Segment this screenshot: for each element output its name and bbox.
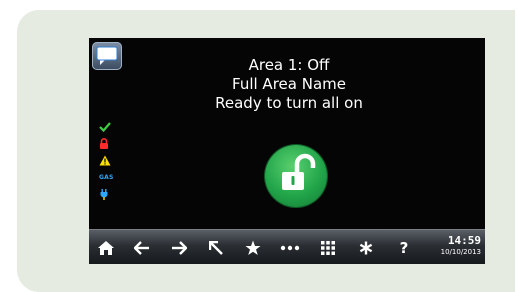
area-name-line: Full Area Name (232, 75, 346, 93)
area-state-line: Area 1: Off (248, 56, 330, 74)
plug-icon (99, 186, 119, 203)
turn-all-on-button[interactable] (265, 145, 327, 207)
check-icon (99, 118, 119, 135)
home-button[interactable] (92, 234, 120, 262)
clock-date: 10/10/2013 (440, 248, 481, 256)
asterisk-icon (359, 241, 373, 255)
star-icon (245, 240, 261, 255)
bottom-toolbar: ? 14:59 10/10/2013 (89, 229, 485, 264)
warning-icon (99, 152, 119, 169)
gas-label: GAS (99, 174, 114, 181)
top-button[interactable] (202, 234, 230, 262)
arrow-right-icon (172, 241, 187, 255)
shortcut-button[interactable] (352, 234, 380, 262)
clock-time: 14:59 (447, 234, 481, 247)
keypad-screen: GAS Area 1: Off Full Area Name Ready to … (89, 38, 485, 264)
more-button[interactable] (276, 234, 304, 262)
lock-icon (99, 135, 119, 152)
help-icon: ? (399, 239, 409, 257)
favorites-button[interactable] (239, 234, 267, 262)
status-icon-list: GAS (99, 118, 119, 203)
area-ready-line: Ready to turn all on (215, 94, 363, 112)
gas-icon: GAS (99, 169, 119, 186)
area-status-text: Area 1: Off Full Area Name Ready to turn… (129, 56, 449, 113)
keypad-button[interactable] (314, 234, 342, 262)
keypad-icon (321, 241, 335, 255)
forward-button[interactable] (165, 234, 193, 262)
arrow-left-icon (134, 241, 149, 255)
message-button[interactable] (92, 42, 122, 70)
speech-bubble-icon (96, 46, 118, 65)
arrow-up-left-icon (209, 241, 223, 255)
back-button[interactable] (128, 234, 156, 262)
help-button[interactable]: ? (390, 234, 418, 262)
home-icon (98, 241, 114, 255)
unlocked-padlock-icon (282, 153, 316, 190)
more-icon (280, 245, 300, 251)
clock: 14:59 10/10/2013 (425, 235, 481, 257)
